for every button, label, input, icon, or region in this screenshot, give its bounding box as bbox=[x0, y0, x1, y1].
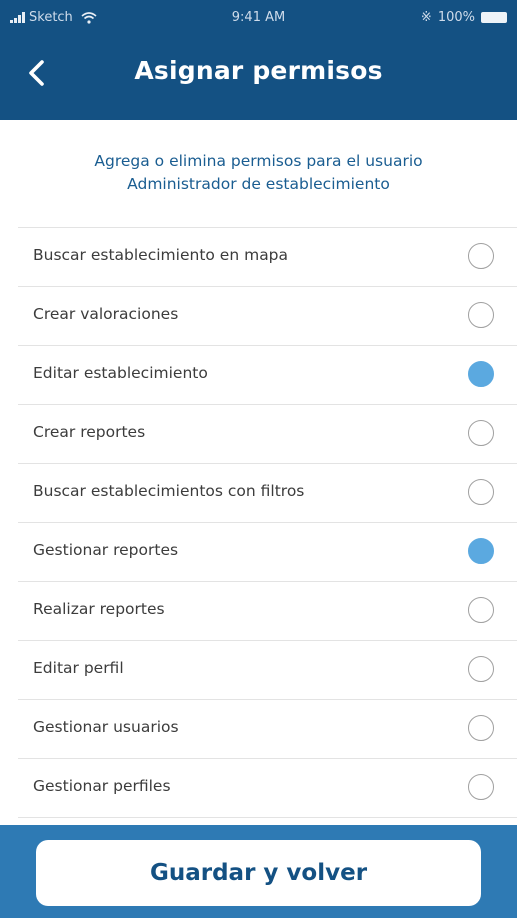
status-bar: Sketch 9:41 AM ※ 100% bbox=[0, 0, 517, 36]
permission-item[interactable]: Buscar establecimiento en mapa bbox=[18, 227, 517, 286]
permission-item[interactable]: Editar perfil bbox=[18, 640, 517, 699]
radio-unchecked-icon[interactable] bbox=[468, 715, 494, 741]
footer-bar: Guardar y volver bbox=[0, 825, 517, 918]
permission-label: Crear valoraciones bbox=[33, 305, 179, 323]
radio-unchecked-icon[interactable] bbox=[468, 302, 494, 328]
permission-label: Gestionar usuarios bbox=[33, 718, 179, 736]
permission-item[interactable]: Crear valoraciones bbox=[18, 286, 517, 345]
permission-list: Buscar establecimiento en mapa Crear valo… bbox=[18, 227, 517, 818]
permission-item[interactable]: Gestionar perfiles bbox=[18, 758, 517, 818]
permission-label: Gestionar perfiles bbox=[33, 777, 171, 795]
page-subtitle: Agrega o elimina permisos para el usuari… bbox=[0, 150, 517, 196]
permission-label: Editar establecimiento bbox=[33, 364, 208, 382]
permission-label: Gestionar reportes bbox=[33, 541, 179, 559]
radio-unchecked-icon[interactable] bbox=[468, 597, 494, 623]
subtitle-line-1: Agrega o elimina permisos para el usuari… bbox=[94, 152, 423, 170]
save-and-return-button[interactable]: Guardar y volver bbox=[36, 840, 481, 906]
permission-item[interactable]: Buscar establecimientos con filtros bbox=[18, 463, 517, 522]
subtitle-line-2: Administrador de establecimiento bbox=[127, 175, 390, 193]
permission-label: Crear reportes bbox=[33, 423, 146, 441]
radio-unchecked-icon[interactable] bbox=[468, 479, 494, 505]
battery-label: 100% bbox=[437, 10, 475, 25]
bluetooth-icon: ※ bbox=[420, 10, 432, 25]
radio-checked-icon[interactable] bbox=[468, 361, 494, 387]
radio-checked-icon[interactable] bbox=[468, 538, 494, 564]
app-header: Sketch 9:41 AM ※ 100% Asignar permisos bbox=[0, 0, 517, 120]
permission-label: Realizar reportes bbox=[33, 600, 165, 618]
status-right: ※ 100% bbox=[421, 10, 507, 25]
page-title: Asignar permisos bbox=[134, 56, 383, 85]
permission-item[interactable]: Crear reportes bbox=[18, 404, 517, 463]
permission-item[interactable]: Gestionar reportes bbox=[18, 522, 517, 581]
battery-icon bbox=[481, 12, 507, 23]
permission-item[interactable]: Editar establecimiento bbox=[18, 345, 517, 404]
radio-unchecked-icon[interactable] bbox=[468, 420, 494, 446]
permission-item[interactable]: Realizar reportes bbox=[18, 581, 517, 640]
permission-label: Buscar establecimientos con filtros bbox=[33, 482, 305, 500]
radio-unchecked-icon[interactable] bbox=[468, 774, 494, 800]
radio-unchecked-icon[interactable] bbox=[468, 243, 494, 269]
permission-item[interactable]: Gestionar usuarios bbox=[18, 699, 517, 758]
permission-label: Editar perfil bbox=[33, 659, 124, 677]
radio-unchecked-icon[interactable] bbox=[468, 656, 494, 682]
permission-label: Buscar establecimiento en mapa bbox=[33, 246, 289, 264]
